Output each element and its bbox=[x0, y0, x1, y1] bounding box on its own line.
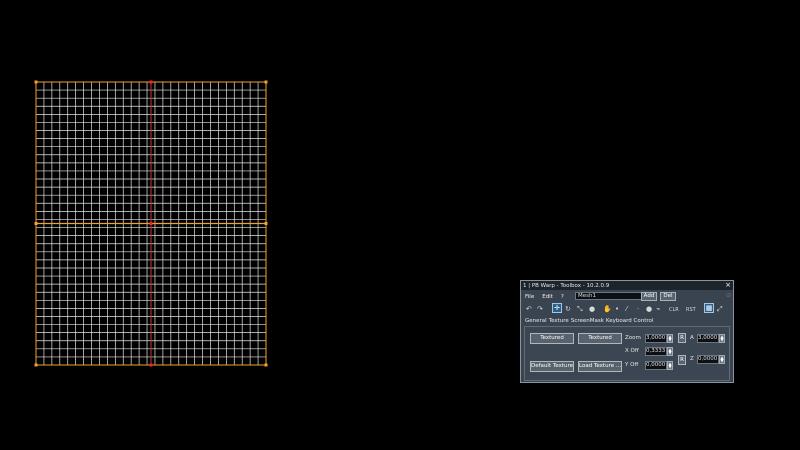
yoff-stepper[interactable]: ▲ ▼ bbox=[667, 361, 673, 370]
menu-bar: File Edit ? Mesh1 ▼ Add Del ⊙ bbox=[521, 291, 733, 302]
textured-button-2[interactable]: Textured bbox=[578, 333, 622, 344]
dot-large-icon[interactable]: ● bbox=[646, 305, 652, 313]
mesh-select-value: Mesh1 bbox=[578, 293, 596, 299]
add-mesh-button[interactable]: Add bbox=[641, 292, 657, 301]
menu-file[interactable]: File bbox=[525, 294, 534, 300]
grid-view-icon[interactable]: ▦ bbox=[704, 303, 714, 313]
clear-button[interactable]: CLR bbox=[669, 306, 679, 314]
desktop-background: 1 | PB Warp - Toolbox - 10.2.0.9 × File … bbox=[0, 0, 800, 450]
mesh-control-point[interactable] bbox=[264, 80, 268, 84]
toolbox-window: 1 | PB Warp - Toolbox - 10.2.0.9 × File … bbox=[520, 280, 734, 383]
menu-edit[interactable]: Edit bbox=[542, 294, 553, 300]
point-tool-icon[interactable]: ● bbox=[589, 305, 595, 313]
tab-keyboard-control[interactable]: Keyboard Control bbox=[606, 318, 653, 324]
hand-tool-icon[interactable]: ✋ bbox=[603, 305, 612, 313]
a-stepper[interactable]: ▲ ▼ bbox=[719, 334, 725, 343]
line-tool-icon[interactable]: ⁄ bbox=[626, 305, 627, 313]
redo-icon[interactable]: ↷ bbox=[537, 305, 543, 313]
undo-icon[interactable]: ↶ bbox=[526, 305, 532, 313]
a-field[interactable]: 3,0000 bbox=[697, 334, 719, 343]
toolbar: ↶ ↷ ✛ ↻ ⤡ ● ✋ • ⁄ · ● ⌁ CLR RST ▦ ⤢ bbox=[523, 303, 733, 315]
tab-texture[interactable]: Texture bbox=[549, 318, 569, 324]
scale-tool-icon[interactable]: ⤡ bbox=[577, 305, 583, 313]
mesh-control-point[interactable] bbox=[264, 363, 268, 367]
yoff-label: Y Off bbox=[625, 362, 639, 368]
dot-small-icon[interactable]: · bbox=[637, 305, 639, 313]
texture-panel: Textured Textured Default Texture Load T… bbox=[524, 326, 730, 381]
xoff-field[interactable]: 0,3333 bbox=[645, 347, 667, 356]
close-icon[interactable]: × bbox=[725, 281, 731, 290]
reset-offset-button[interactable]: R bbox=[678, 355, 686, 365]
tab-general[interactable]: General bbox=[525, 318, 547, 324]
expand-icon[interactable]: ⤢ bbox=[717, 305, 723, 313]
pin-icon[interactable]: ⊙ bbox=[726, 292, 731, 299]
reset-button[interactable]: RST bbox=[686, 306, 696, 314]
move-tool-icon[interactable]: ✛ bbox=[552, 303, 562, 313]
title-bar[interactable]: 1 | PB Warp - Toolbox - 10.2.0.9 × bbox=[521, 281, 733, 290]
delete-mesh-button[interactable]: Del bbox=[660, 292, 676, 301]
yoff-field[interactable]: 0,0000 bbox=[645, 361, 667, 370]
tab-screenmask[interactable]: ScreenMask bbox=[571, 318, 604, 324]
z-field[interactable]: 0,0000 bbox=[697, 355, 719, 364]
default-texture-button[interactable]: Default Texture bbox=[530, 361, 574, 372]
mesh-control-point[interactable] bbox=[34, 80, 38, 84]
menu-help[interactable]: ? bbox=[561, 294, 564, 300]
zoom-stepper[interactable]: ▲ ▼ bbox=[667, 334, 673, 343]
load-texture-button[interactable]: Load Texture ... bbox=[578, 361, 622, 372]
mesh-control-point[interactable] bbox=[264, 222, 268, 225]
reset-zoom-button[interactable]: R bbox=[678, 333, 686, 343]
tab-strip: General Texture ScreenMask Keyboard Cont… bbox=[525, 317, 655, 325]
mesh-control-point[interactable] bbox=[149, 363, 153, 367]
mesh-control-point[interactable] bbox=[149, 80, 153, 84]
a-label: A bbox=[690, 335, 694, 341]
z-label: Z bbox=[690, 356, 694, 362]
xoff-stepper[interactable]: ▲ ▼ bbox=[667, 347, 673, 356]
xoff-label: X Off bbox=[625, 348, 639, 354]
textured-button-1[interactable]: Textured bbox=[530, 333, 574, 344]
zoom-label: Zoom bbox=[625, 335, 641, 341]
select-point-icon[interactable]: • bbox=[615, 305, 619, 313]
mesh-control-point[interactable] bbox=[149, 222, 153, 225]
rotate-tool-icon[interactable]: ↻ bbox=[565, 305, 571, 313]
zoom-field[interactable]: 3,0000 bbox=[645, 334, 667, 343]
window-title: 1 | PB Warp - Toolbox - 10.2.0.9 bbox=[523, 282, 610, 289]
mesh-control-point[interactable] bbox=[34, 363, 38, 367]
brush-icon[interactable]: ⌁ bbox=[656, 305, 660, 313]
z-stepper[interactable]: ▲ ▼ bbox=[719, 355, 725, 364]
mesh-control-point[interactable] bbox=[34, 222, 38, 225]
